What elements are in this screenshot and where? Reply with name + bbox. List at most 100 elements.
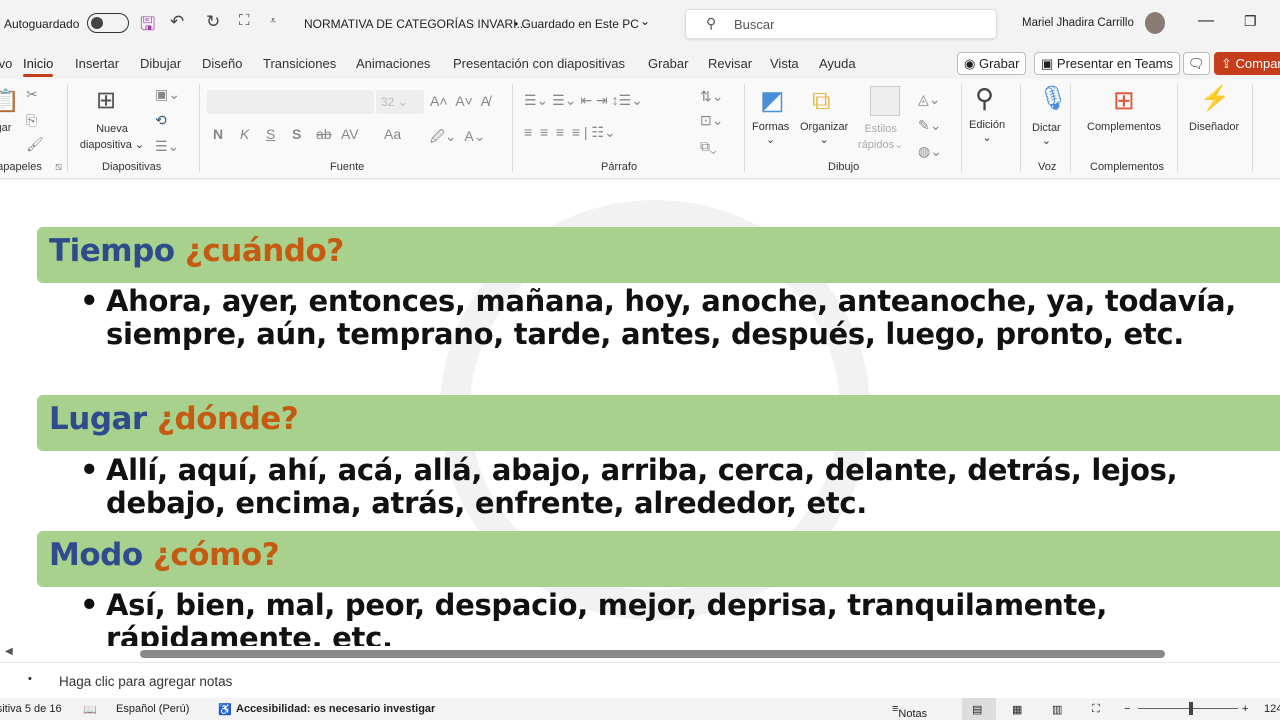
title-bar: Autoguardado 🖫 ↶ ↻ ⛶ ⩡ NORMATIVA DE CATE…: [0, 0, 1280, 47]
tab-vista[interactable]: Vista: [770, 56, 799, 71]
user-name[interactable]: Mariel Jhadira Carrillo: [1022, 17, 1134, 29]
designer-button[interactable]: Diseñador: [1189, 121, 1239, 133]
autosave-toggle[interactable]: [87, 13, 129, 33]
tab-insertar[interactable]: Insertar: [75, 56, 119, 71]
redo-icon[interactable]: ↻: [206, 12, 220, 32]
arrange-button[interactable]: Organizar ⌄: [800, 121, 848, 146]
accessibility-icon[interactable]: ♿: [218, 703, 232, 716]
align-text-icon[interactable]: ⊡⌄: [700, 112, 723, 129]
tab-presentacion[interactable]: Presentación con diapositivas: [453, 56, 625, 71]
new-slide-icon[interactable]: ⊞: [96, 86, 116, 115]
zoom-in-icon[interactable]: +: [1242, 703, 1248, 715]
section-icon[interactable]: ☰⌄: [155, 138, 179, 155]
scroll-left-icon[interactable]: ◀: [5, 646, 13, 657]
find-icon: ⚲: [975, 83, 995, 113]
addins-button[interactable]: Complementos: [1087, 121, 1161, 133]
group-clipboard: Portapapeles: [0, 161, 42, 173]
record-button[interactable]: ◉ Grabar: [957, 52, 1027, 75]
tab-animaciones[interactable]: Animaciones: [356, 56, 430, 71]
share-label: Compartir: [1235, 56, 1280, 71]
search-input[interactable]: ⚲ Buscar: [685, 9, 997, 39]
tab-grabar[interactable]: Grabar: [648, 56, 688, 71]
font-size-select[interactable]: 32 ⌄: [376, 90, 424, 114]
reset-icon[interactable]: ⟲: [155, 112, 167, 129]
notes-pane[interactable]: • Haga clic para agregar notas: [0, 662, 1280, 698]
align-icons[interactable]: ≡ ≡ ≡ ≡ | ☷⌄: [524, 124, 616, 141]
present-teams-button[interactable]: ▣ Presentar en Teams: [1034, 52, 1181, 75]
comments-button[interactable]: 🗨: [1183, 52, 1210, 75]
tab-dibujar[interactable]: Dibujar: [140, 56, 181, 71]
grow-font-icon[interactable]: A˄ A˅ A̸: [430, 93, 490, 109]
paste-icon[interactable]: 📋: [0, 88, 19, 114]
highlight-icon[interactable]: 🖉⌄ A⌄: [430, 126, 486, 150]
scrollbar-thumb[interactable]: [140, 650, 1165, 658]
new-slide-button[interactable]: Nueva diapositiva ⌄: [78, 121, 146, 153]
bold-button[interactable]: N: [213, 126, 223, 142]
shapes-button[interactable]: Formas ⌄: [752, 121, 789, 146]
tab-diseno[interactable]: Diseño: [202, 56, 242, 71]
new-slide-label: Nueva: [96, 123, 128, 135]
change-case-button[interactable]: Aa: [384, 126, 401, 142]
paste-button[interactable]: Pegar: [0, 122, 11, 134]
minimize-icon[interactable]: —: [1198, 12, 1214, 30]
dialog-launcher-icon[interactable]: ⧅: [55, 161, 62, 174]
tab-ayuda[interactable]: Ayuda: [819, 56, 856, 71]
present-icon[interactable]: ⛶: [239, 12, 250, 29]
tab-revisar[interactable]: Revisar: [708, 56, 752, 71]
strikethrough-button[interactable]: ab: [316, 126, 332, 142]
slideshow-icon[interactable]: ⛶: [1092, 703, 1100, 716]
bullets-icon[interactable]: ☰⌄ ☰⌄ ⇤ ⇥ ↕☰⌄: [524, 92, 643, 109]
normal-view-icon[interactable]: ▤: [972, 703, 982, 716]
group-font: Fuente: [330, 161, 365, 173]
fill-outline-effects-icons[interactable]: ◬⌄ ✎⌄ ◍⌄: [918, 86, 942, 164]
copy-icon[interactable]: ⎘: [26, 112, 37, 129]
restore-icon[interactable]: ❐: [1244, 13, 1257, 30]
editing-label: Edición: [969, 119, 1006, 131]
char-spacing-button[interactable]: AV: [341, 126, 359, 142]
smartart-icon[interactable]: ⧉⌄: [700, 138, 717, 155]
dictate-button[interactable]: Dictar ⌄: [1032, 122, 1061, 147]
save-icon[interactable]: 🖫: [140, 12, 155, 42]
question: ¿cuándo?: [184, 233, 344, 269]
layout-icon[interactable]: ▣⌄: [155, 86, 180, 103]
slide-sorter-icon[interactable]: ▦: [1012, 703, 1022, 716]
format-painter-icon[interactable]: 🖌: [26, 136, 44, 153]
tab-inicio[interactable]: Inicio: [23, 56, 54, 77]
spellcheck-icon[interactable]: 📖: [83, 703, 97, 716]
italic-button[interactable]: K: [240, 126, 249, 142]
customize-toolbar-icon[interactable]: ⩡: [270, 15, 276, 28]
zoom-out-icon[interactable]: −: [1124, 703, 1130, 715]
tab-archivo[interactable]: Archivo: [0, 56, 12, 71]
keyword: Tiempo: [49, 233, 175, 269]
cut-icon[interactable]: ✂: [26, 86, 38, 103]
arrange-label: Organizar: [800, 121, 849, 133]
shadow-button[interactable]: S: [292, 126, 301, 142]
zoom-slider[interactable]: [1138, 708, 1238, 709]
new-slide-label-2: diapositiva: [79, 139, 132, 151]
text-direction-icon[interactable]: ⇅⌄: [700, 88, 723, 105]
reading-view-icon[interactable]: ▥: [1052, 703, 1062, 716]
zoom-level[interactable]: 124%: [1264, 703, 1280, 715]
status-bar: Diapositiva 5 de 16 📖 Español (Perú) ♿ A…: [0, 698, 1280, 720]
chevron-down-icon[interactable]: ⌄: [640, 14, 650, 28]
notes-button[interactable]: ≡ Notas: [892, 703, 927, 720]
avatar[interactable]: [1145, 12, 1165, 34]
notes-label: Notas: [898, 708, 928, 720]
language[interactable]: Español (Perú): [116, 703, 189, 715]
slide-canvas[interactable]: Tiempo ¿cuándo? Ahora, ayer, entonces, m…: [0, 180, 1280, 646]
bullet-text: Allí, aquí, ahí, acá, allá, abajo, arrib…: [80, 454, 1240, 520]
microphone-icon: 🎙: [1038, 85, 1069, 112]
share-button[interactable]: ⇪ Compartir: [1214, 52, 1280, 75]
underline-button[interactable]: S: [266, 126, 275, 142]
tab-transiciones[interactable]: Transiciones: [263, 56, 336, 71]
zoom-slider-thumb[interactable]: [1189, 702, 1193, 715]
undo-icon[interactable]: ↶: [170, 12, 184, 32]
quick-styles-button[interactable]: Estilos rápidos⌄: [858, 121, 903, 153]
notes-placeholder[interactable]: Haga clic para agregar notas: [59, 674, 232, 689]
editing-button[interactable]: Edición ⌄: [969, 119, 1005, 144]
horizontal-scrollbar[interactable]: ◀: [0, 646, 1280, 662]
accessibility-status[interactable]: Accesibilidad: es necesario investigar: [236, 703, 435, 715]
save-status[interactable]: • Guardado en Este PC: [514, 17, 639, 31]
font-size-value: 32: [381, 95, 395, 109]
font-name-select[interactable]: [207, 90, 374, 114]
